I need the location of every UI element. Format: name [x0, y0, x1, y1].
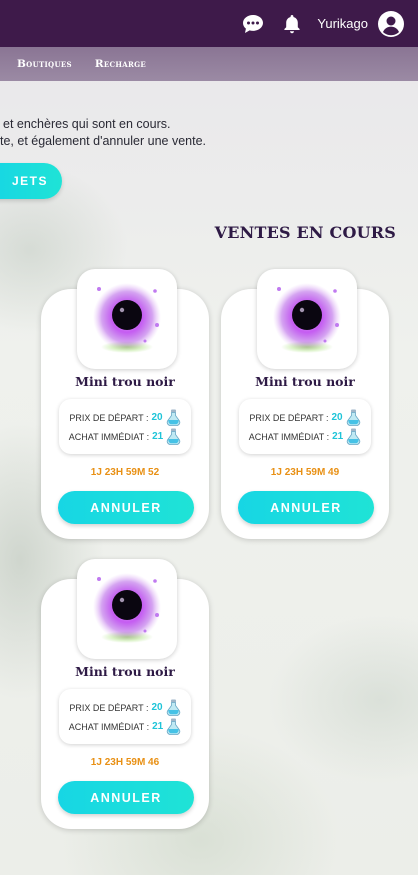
start-price-label: PRIX DE DÉPART : [69, 702, 149, 713]
username[interactable]: Yurikago [317, 16, 368, 31]
intro-text: et enchères qui sont en cours. te, et ég… [0, 116, 418, 150]
potion-icon [346, 409, 361, 426]
start-price-row: PRIX DE DÉPART : 20 [59, 698, 191, 717]
item-thumbnail [257, 269, 357, 369]
black-hole-icon [85, 275, 169, 364]
top-bar: Yurikago [0, 0, 418, 47]
price-box: PRIX DE DÉPART : 20 ACHAT IMMÉDIAT : 21 [59, 399, 191, 454]
buy-price-value: 21 [152, 431, 164, 442]
potion-icon [166, 718, 181, 735]
sale-card: Mini trou noir PRIX DE DÉPART : 20 ACHAT… [41, 559, 209, 829]
start-price-value: 20 [151, 702, 163, 713]
buy-price-label: ACHAT IMMÉDIAT : [68, 431, 150, 442]
item-thumbnail [77, 269, 177, 369]
black-hole-icon [265, 275, 349, 364]
price-box: PRIX DE DÉPART : 20 ACHAT IMMÉDIAT : 21 [59, 689, 191, 744]
buy-price-row: ACHAT IMMÉDIAT : 21 [239, 427, 371, 446]
start-price-row: PRIX DE DÉPART : 20 [239, 408, 371, 427]
start-price-label: PRIX DE DÉPART : [69, 412, 149, 423]
section-title: VENTES EN COURS [214, 223, 396, 242]
cancel-button[interactable]: ANNULER [58, 491, 194, 524]
nav-item-recharge[interactable]: Recharge [95, 58, 146, 70]
potion-icon [166, 409, 181, 426]
price-box: PRIX DE DÉPART : 20 ACHAT IMMÉDIAT : 21 [239, 399, 371, 454]
user-avatar-icon[interactable] [378, 10, 404, 37]
item-name: Mini trou noir [75, 664, 175, 679]
countdown-timer: 1J 23H 59M 46 [90, 757, 160, 768]
nav-item-boutiques[interactable]: Boutiques [17, 58, 72, 70]
black-hole-icon [85, 565, 169, 654]
cancel-button[interactable]: ANNULER [58, 781, 194, 814]
cancel-button[interactable]: ANNULER [238, 491, 374, 524]
buy-price-value: 21 [332, 431, 344, 442]
chat-bubble-icon[interactable] [242, 14, 264, 34]
potion-icon [166, 428, 181, 445]
objects-button[interactable]: JETS [0, 163, 62, 199]
start-price-label: PRIX DE DÉPART : [249, 412, 329, 423]
countdown-timer: 1J 23H 59M 49 [270, 467, 340, 478]
sale-card: Mini trou noir PRIX DE DÉPART : 20 ACHAT… [221, 269, 389, 539]
intro-line-1: et enchères qui sont en cours. [3, 117, 171, 131]
buy-price-row: ACHAT IMMÉDIAT : 21 [59, 427, 191, 446]
potion-icon [166, 699, 181, 716]
buy-price-value: 21 [152, 721, 164, 732]
item-thumbnail [77, 559, 177, 659]
item-name: Mini trou noir [255, 374, 355, 389]
buy-price-row: ACHAT IMMÉDIAT : 21 [59, 717, 191, 736]
buy-price-label: ACHAT IMMÉDIAT : [248, 431, 330, 442]
item-name: Mini trou noir [75, 374, 175, 389]
start-price-value: 20 [331, 412, 343, 423]
bell-icon[interactable] [283, 14, 301, 34]
buy-price-label: ACHAT IMMÉDIAT : [68, 721, 150, 732]
countdown-timer: 1J 23H 59M 52 [90, 467, 160, 478]
intro-line-2: te, et également d'annuler une vente. [0, 134, 207, 148]
start-price-row: PRIX DE DÉPART : 20 [59, 408, 191, 427]
potion-icon [346, 428, 361, 445]
sale-card: Mini trou noir PRIX DE DÉPART : 20 ACHAT… [41, 269, 209, 539]
start-price-value: 20 [151, 412, 163, 423]
sub-navigation: Boutiques Recharge [0, 47, 418, 81]
